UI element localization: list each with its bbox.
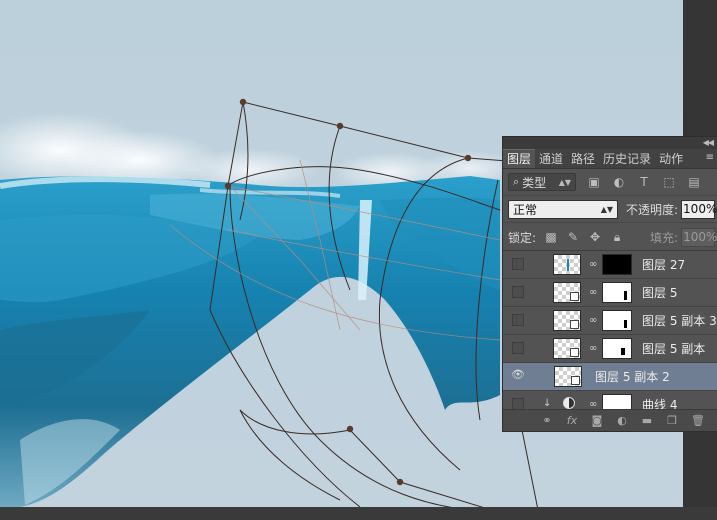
layer-mask-thumbnail[interactable] <box>602 282 632 303</box>
blend-row: 正常 ▲▼ 不透明度: 100% <box>503 195 717 222</box>
link-icon[interactable]: ∞ <box>589 258 597 272</box>
layer-thumbnail <box>553 254 581 275</box>
filter-kind-select[interactable]: ⌕ 类型 ▲▼ <box>508 173 576 191</box>
filter-kind-label: 类型 <box>522 175 547 190</box>
smart-object-badge <box>570 320 579 329</box>
layer-mask-thumbnail[interactable] <box>602 310 632 331</box>
select-arrows-icon: ▲▼ <box>558 177 571 187</box>
layer-thumbnail <box>553 282 581 303</box>
panel-title-bar[interactable]: ◀◀ <box>503 137 717 149</box>
layer-name: 曲线 4 <box>642 398 678 411</box>
link-icon[interactable]: ∞ <box>589 342 597 356</box>
lock-position-icon[interactable]: ✥ <box>588 230 602 244</box>
smart-object-badge <box>570 348 579 357</box>
tab-actions[interactable]: 动作 <box>655 150 687 168</box>
link-icon[interactable]: ∞ <box>589 314 597 328</box>
shape-filter-icon[interactable]: ⬚ <box>662 175 676 189</box>
layer-thumbnail <box>553 338 581 359</box>
adjustment-layer-icon[interactable]: ◐ <box>616 414 628 428</box>
type-filter-icon[interactable]: T <box>637 175 651 189</box>
opacity-label: 不透明度: <box>626 202 679 217</box>
status-bar <box>0 507 717 520</box>
visibility-toggle[interactable] <box>512 342 524 354</box>
lock-all-icon[interactable]: 🔒︎ <box>610 230 624 244</box>
adjustment-filter-icon[interactable]: ◐ <box>612 175 626 189</box>
layer-row[interactable]: ↓ ∞ 曲线 4 <box>503 391 717 411</box>
trash-icon[interactable]: 🗑︎ <box>691 414 705 428</box>
layer-row[interactable]: ∞ 图层 5 副本 <box>503 335 717 363</box>
lock-label: 锁定: <box>508 230 537 245</box>
blend-mode-value: 正常 <box>513 202 538 217</box>
tab-paths[interactable]: 路径 <box>567 150 599 168</box>
smart-object-filter-icon[interactable]: ▤ <box>687 175 701 189</box>
smart-object-badge <box>570 292 579 301</box>
add-mask-icon[interactable]: ◙ <box>591 414 603 428</box>
layer-name: 图层 27 <box>642 258 686 272</box>
fill-label: 填充: <box>650 230 679 245</box>
visibility-toggle[interactable] <box>512 258 524 270</box>
curves-adjustment-icon <box>563 397 575 409</box>
image-filter-icon[interactable]: ▣ <box>587 175 601 189</box>
new-layer-icon[interactable]: ❐ <box>666 414 678 428</box>
layer-row[interactable]: ∞ 图层 27 <box>503 251 717 279</box>
opacity-field[interactable]: 100% <box>681 199 717 219</box>
link-icon[interactable]: ∞ <box>589 286 597 300</box>
select-arrows-icon: ▲▼ <box>600 204 613 214</box>
lock-row: 锁定: ▩ ✎ ✥ 🔒︎ 填充: 100% <box>503 222 717 251</box>
layer-row-selected[interactable]: 👁︎ 图层 5 副本 2 <box>503 363 717 391</box>
layer-row[interactable]: ∞ 图层 5 副本 3 <box>503 307 717 335</box>
lock-transparency-icon[interactable]: ▩ <box>544 230 558 244</box>
clipping-arrow-icon: ↓ <box>543 398 552 409</box>
panel-menu-icon[interactable]: ≡ <box>706 152 714 163</box>
layers-panel: ◀◀ 图层 通道 路径 历史记录 动作 ≡ ⌕ 类型 ▲▼ ▣ ◐ T ⬚ ▤ … <box>502 136 717 432</box>
smart-object-badge <box>571 376 580 385</box>
panel-tabs: 图层 通道 路径 历史记录 动作 ≡ <box>503 149 717 169</box>
tab-layers[interactable]: 图层 <box>503 149 536 168</box>
tab-history[interactable]: 历史记录 <box>599 150 655 168</box>
layer-list: ∞ 图层 27 ∞ 图层 5 ∞ 图层 5 副本 3 ∞ 图层 5 副本 👁︎ … <box>503 250 717 411</box>
layer-mask-thumbnail[interactable] <box>602 338 632 359</box>
collapse-panel-icon[interactable]: ◀◀ <box>703 138 714 147</box>
blend-mode-select[interactable]: 正常 ▲▼ <box>508 199 618 219</box>
layer-mask-thumbnail[interactable] <box>602 254 632 275</box>
layer-name: 图层 5 副本 2 <box>595 370 670 384</box>
panel-footer: ⚭ fx ◙ ◐ ▬ ❐ 🗑︎ <box>503 409 717 431</box>
layer-thumbnail <box>554 366 582 387</box>
link-layers-icon[interactable]: ⚭ <box>541 414 553 428</box>
visibility-toggle[interactable] <box>512 286 524 298</box>
fill-field[interactable]: 100% <box>681 227 717 247</box>
eye-icon[interactable]: 👁︎ <box>511 368 525 382</box>
search-icon: ⌕ <box>513 175 520 188</box>
layer-thumbnail <box>553 310 581 331</box>
group-folder-icon[interactable]: ▬ <box>641 414 653 428</box>
visibility-toggle[interactable] <box>512 314 524 326</box>
lock-brush-icon[interactable]: ✎ <box>566 230 580 244</box>
tab-channels[interactable]: 通道 <box>535 150 567 168</box>
filter-row: ⌕ 类型 ▲▼ ▣ ◐ T ⬚ ▤ <box>503 169 717 195</box>
layer-name: 图层 5 <box>642 286 678 300</box>
layer-name: 图层 5 副本 3 <box>642 314 717 328</box>
layer-row[interactable]: ∞ 图层 5 <box>503 279 717 307</box>
fx-icon[interactable]: fx <box>566 414 578 428</box>
layer-name: 图层 5 副本 <box>642 342 706 356</box>
